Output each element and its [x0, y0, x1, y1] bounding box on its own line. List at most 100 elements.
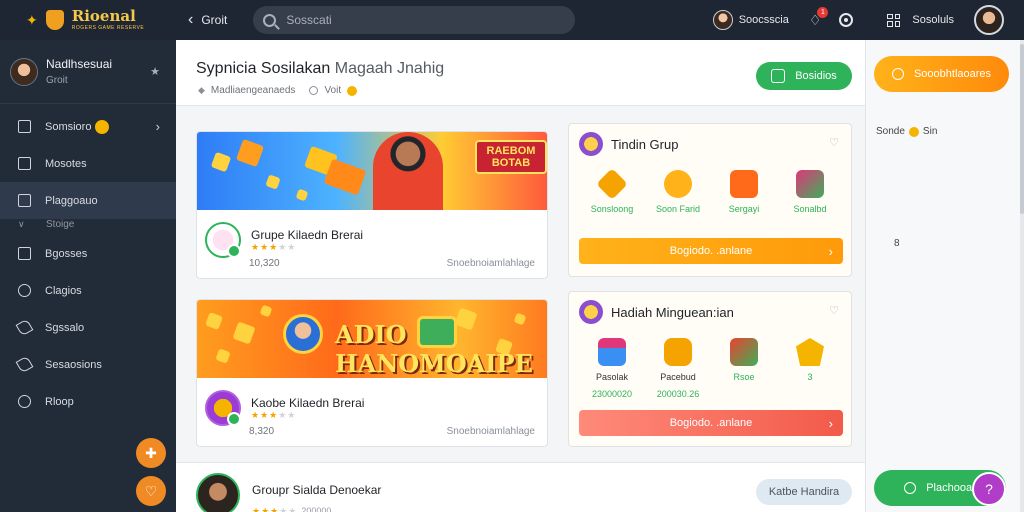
sidebar-item-4[interactable]: Bgosses	[0, 235, 176, 272]
rating-stars: ★★★★★ 200000	[252, 501, 331, 512]
group-cta-button[interactable]: Bogiodo. .anlane ›	[579, 410, 843, 436]
settings-icon[interactable]	[839, 13, 854, 27]
gem-icon	[730, 338, 758, 366]
coin-icon	[347, 85, 358, 96]
star-icon: ✦	[26, 11, 38, 28]
reward-item[interactable]: Rsoe	[714, 338, 774, 399]
list-item[interactable]: Groupr Sialda Denoekar ★★★★★ 200000 Katbe…	[176, 462, 865, 512]
reward-list: Sonsloong Soon Farid Sergayi Sonalbd	[579, 168, 843, 215]
page-header: Sypnicia Sosilakan Magaah Jnahig ◆ Madli…	[176, 40, 865, 106]
sidebar-item-7[interactable]: Sesaosions	[0, 346, 176, 383]
reward-label: Rsoe	[733, 372, 755, 382]
search-input[interactable]: Sosscati	[253, 6, 576, 34]
clock-icon	[309, 86, 319, 95]
profile-avatar[interactable]	[974, 5, 1004, 35]
group-card[interactable]: Hadiah Minguean:ian ♡ Pasolak 23000020 P…	[568, 291, 852, 447]
reward-item[interactable]: Sergayi	[714, 170, 774, 215]
group-avatar	[579, 132, 603, 156]
help-button[interactable]: ?	[972, 472, 1006, 506]
sidebar-item-1[interactable]: Mosotes	[0, 145, 176, 182]
scroll-thumb[interactable]	[1020, 44, 1024, 214]
reward-label: Pasolak	[595, 372, 629, 382]
character-image	[373, 132, 443, 210]
gear-icon	[18, 395, 31, 408]
sidebar-profile[interactable]: Nadlhsesuai Groit ★	[0, 40, 176, 104]
row-action-button[interactable]: Katbe Handira	[756, 479, 852, 505]
gift-icon	[598, 338, 626, 366]
gift-icon	[796, 170, 824, 198]
chevron-right-icon: ›	[155, 119, 160, 134]
join-button[interactable]: Sooobhtlaoares	[874, 56, 1009, 92]
top-right-actions: Soocsscia ♢ 1 Sosoluls	[712, 0, 1024, 40]
reward-item[interactable]: 3	[780, 338, 840, 399]
notification-button[interactable]: ♢ 1	[809, 6, 829, 29]
balance-label: Sonde	[876, 126, 905, 137]
scrollbar[interactable]	[1020, 40, 1024, 512]
sidebar-item-0[interactable]: Somsioro ›	[0, 108, 176, 145]
sidebar-item-6[interactable]: Sgssalo	[0, 309, 176, 346]
main-content: Sypnicia Sosilakan Magaah Jnahig ◆ Madli…	[176, 40, 865, 512]
star-icon[interactable]: ★	[150, 65, 160, 78]
user-avatar[interactable]	[712, 10, 733, 30]
reward-list: Pasolak 23000020 Pacebud 200030.26 Rsoe …	[579, 338, 843, 399]
sessions-link[interactable]: Sosoluls	[912, 14, 954, 26]
sidebar-item-label: Bgosses	[45, 247, 88, 260]
square-icon	[18, 157, 31, 170]
group-title: Hadiah Minguean:ian	[611, 304, 734, 320]
logo-text: Rioenal ROGERS GAME RESERVE	[72, 9, 144, 31]
reward-label: Soon Farid	[655, 204, 701, 214]
support-fab-button[interactable]: ♡	[136, 476, 166, 506]
sidebar-item-2[interactable]: Plaggoauo	[0, 182, 176, 219]
header-action-label: Bosidios	[795, 70, 837, 82]
reward-value: 200030.26	[656, 388, 700, 399]
reward-item[interactable]: Soon Farid	[648, 170, 708, 215]
game-link[interactable]: Snoebnoiamlahlage	[447, 426, 535, 437]
coin-icon	[95, 119, 110, 134]
bookmark-icon	[18, 194, 31, 207]
cta-label: Bogiodo. .anlane	[669, 245, 753, 257]
reward-item[interactable]: Pasolak 23000020	[582, 338, 642, 399]
back-button[interactable]: ‹ Groit	[188, 11, 227, 29]
back-arrow-icon: ‹	[188, 11, 194, 28]
rating-stars: ★★★★★	[251, 409, 297, 420]
meta-label: Madliaengeanaeds	[210, 85, 296, 96]
sidebar: Nadlhsesuai Groit ★ Somsioro › Mosotes P…	[0, 40, 176, 512]
reward-item[interactable]: Sonsloong	[582, 168, 642, 215]
group-cta-button[interactable]: Bogiodo. .anlane ›	[579, 238, 843, 264]
header-action-button[interactable]: Bosidios	[756, 62, 852, 90]
cta-label: Bogiodo. .anlane	[669, 417, 753, 429]
character-image	[283, 314, 323, 354]
sidebar-item-8[interactable]: Rloop	[0, 383, 176, 420]
controller-icon: ✚	[145, 444, 157, 461]
game-icon	[771, 69, 786, 83]
circle-icon	[18, 284, 31, 297]
player-count: 10,320	[249, 258, 280, 269]
group-card[interactable]: Tindin Grup ♡ Sonsloong Soon Farid Serga…	[568, 123, 852, 277]
sidebar-item-5[interactable]: Clagios	[0, 272, 176, 309]
sidebar-item-label: Rloop	[45, 395, 74, 408]
game-icon	[205, 222, 241, 258]
user-name[interactable]: Soocsscia	[739, 14, 789, 26]
game-info: Kaobe Kilaedn Brerai ★★★★★	[205, 390, 364, 426]
logo[interactable]: ✦ Rioenal ROGERS GAME RESERVE	[0, 0, 176, 40]
meta-right: Voit	[324, 85, 342, 96]
grid-icon[interactable]	[887, 13, 901, 27]
heart-icon[interactable]: ♡	[829, 136, 839, 149]
reward-item[interactable]: Sonalbd	[780, 170, 840, 215]
group-header: Hadiah Minguean:ian	[579, 300, 734, 324]
page-meta: ◆ Madliaengeanaeds Voit	[198, 85, 358, 96]
sidebar-item-label: Sesaosions	[45, 358, 102, 371]
heart-icon[interactable]: ♡	[829, 304, 839, 317]
coin-icon	[664, 170, 692, 198]
square-icon	[18, 120, 31, 133]
game-link[interactable]: Snoebnoiamlahlage	[447, 258, 535, 269]
avatar	[10, 57, 38, 86]
game-icon	[205, 390, 241, 426]
game-card[interactable]: ADIO HANOMOAIPE Kaobe Kilaedn Brerai ★★★…	[196, 299, 548, 447]
reward-label: 3	[807, 372, 813, 382]
game-fab-button[interactable]: ✚	[136, 438, 166, 468]
search-icon	[263, 13, 277, 27]
game-card[interactable]: RAEBOM BOTAB Grupe Kilaedn Brerai ★★★★★ …	[196, 131, 548, 279]
reward-item[interactable]: Pacebud 200030.26	[648, 338, 708, 399]
profile-text: Nadlhsesuai Groit	[46, 57, 112, 86]
